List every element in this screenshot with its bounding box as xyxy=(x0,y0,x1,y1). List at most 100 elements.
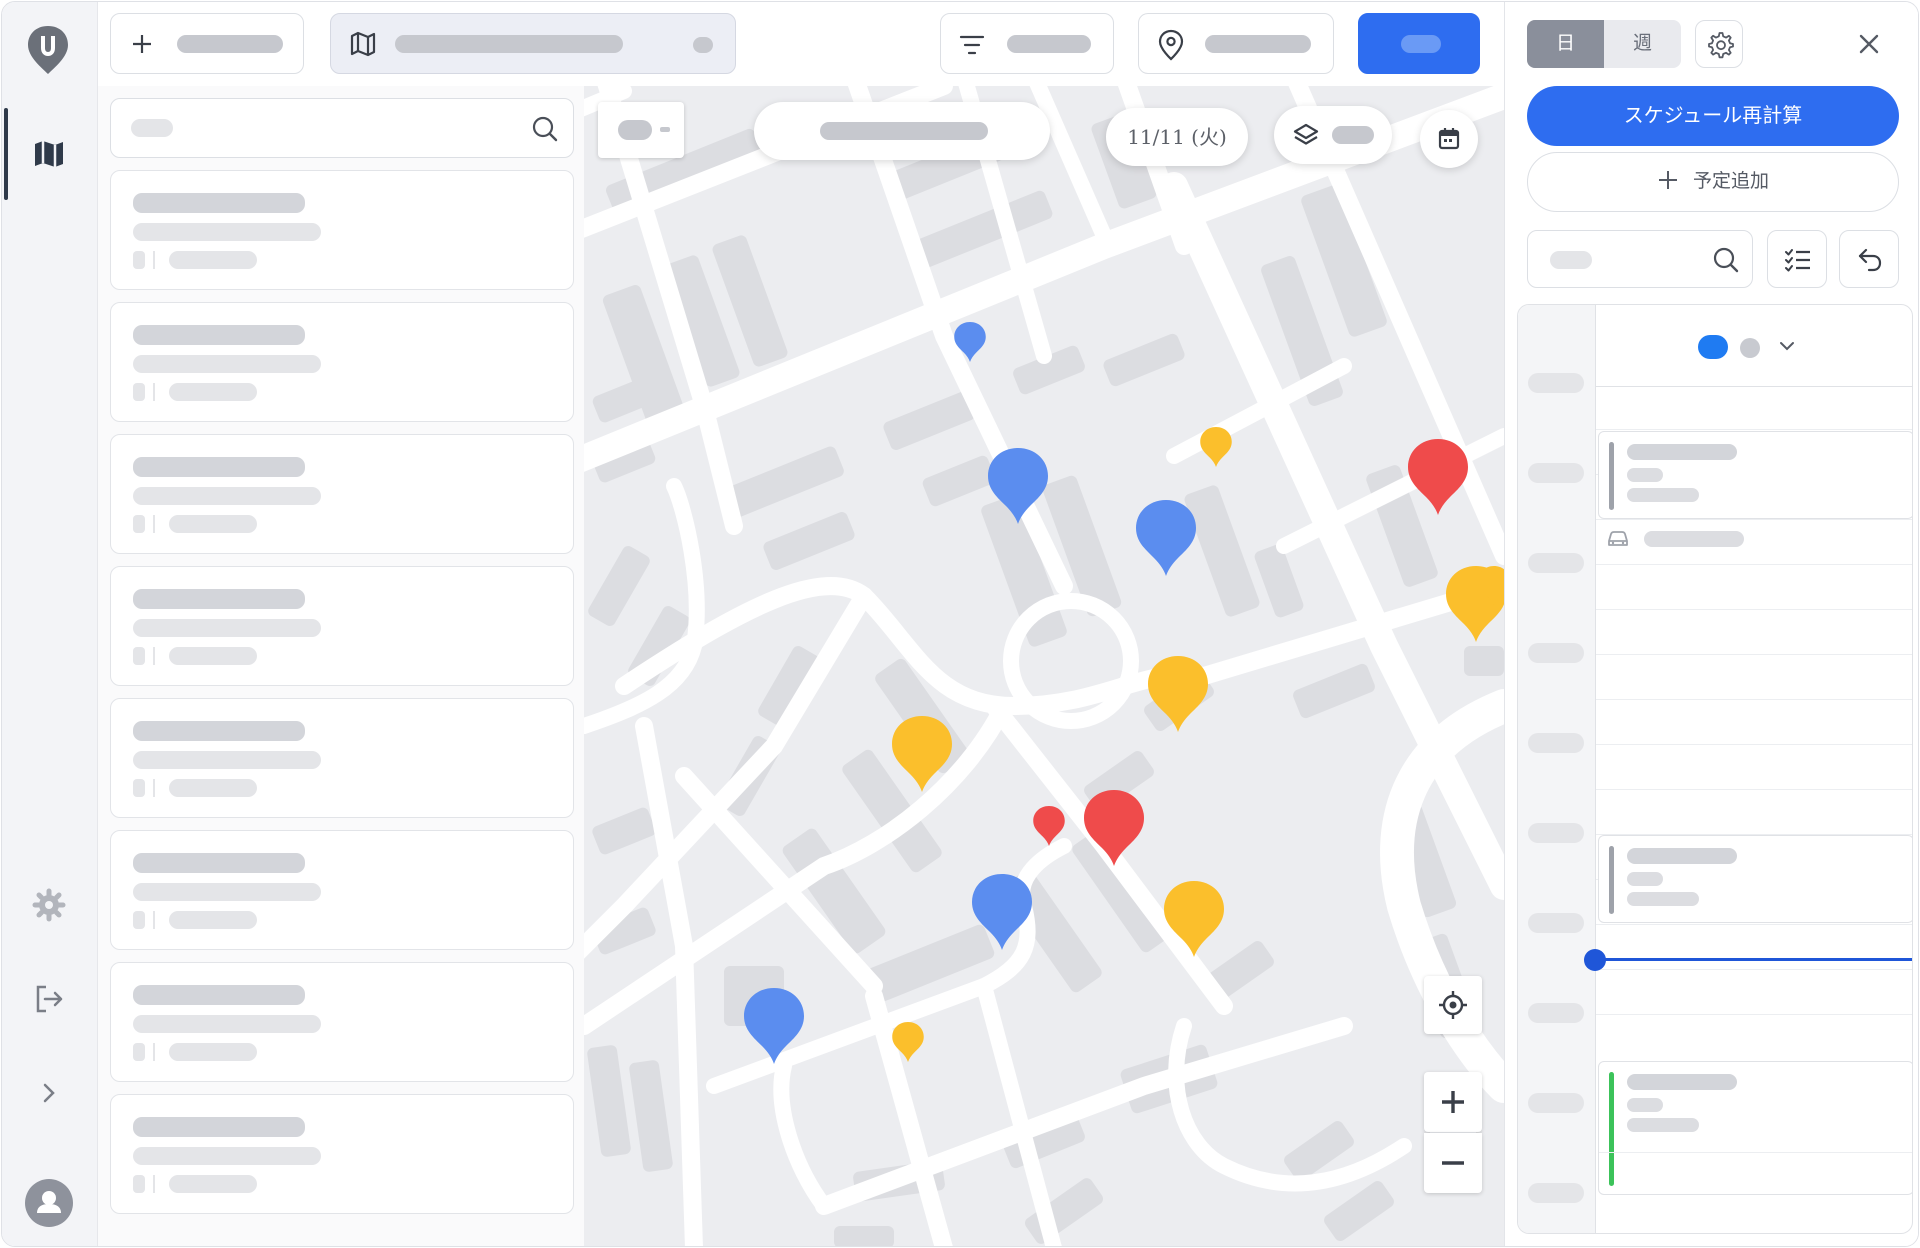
item-badge-placeholder xyxy=(133,647,145,665)
primary-action-button[interactable] xyxy=(1358,13,1480,74)
list-item[interactable] xyxy=(110,302,574,422)
my-location-button[interactable] xyxy=(1424,976,1482,1034)
list-item[interactable] xyxy=(110,830,574,950)
plus-icon xyxy=(1442,1091,1464,1113)
date-chip[interactable]: 11/11 (火) xyxy=(1106,108,1248,166)
event-detail-placeholder xyxy=(1627,892,1699,906)
placeholder-text xyxy=(1332,126,1374,144)
event-title-placeholder xyxy=(1627,848,1737,864)
grid-line xyxy=(1596,564,1912,565)
event-divider xyxy=(1599,1152,1912,1153)
member-dot[interactable] xyxy=(1740,338,1760,358)
list-item[interactable] xyxy=(110,566,574,686)
list-item[interactable] xyxy=(110,1094,574,1214)
tab-week[interactable]: 週 xyxy=(1604,20,1681,68)
map-marker-red[interactable] xyxy=(1032,805,1066,847)
map-mode-toggle[interactable] xyxy=(598,102,684,158)
time-label-placeholder xyxy=(1528,643,1584,663)
zoom-out-button[interactable] xyxy=(1424,1133,1482,1193)
schedule-event[interactable] xyxy=(1598,835,1912,923)
undo-button[interactable] xyxy=(1839,230,1899,288)
tab-day[interactable]: 日 xyxy=(1527,20,1604,68)
current-time-dot xyxy=(1584,949,1606,971)
grid-line xyxy=(1596,969,1912,970)
list-item[interactable] xyxy=(110,170,574,290)
item-separator xyxy=(153,383,155,401)
item-title-placeholder xyxy=(133,589,305,609)
map-marker-yellow[interactable] xyxy=(890,714,954,794)
item-subtitle-placeholder xyxy=(133,1147,321,1165)
recalculate-schedule-button[interactable]: スケジュール再計算 xyxy=(1527,86,1899,146)
map-canvas[interactable]: 11/11 (火) xyxy=(584,86,1504,1246)
map-marker-blue[interactable] xyxy=(953,321,987,363)
event-color-bar xyxy=(1609,442,1614,510)
schedule-event[interactable] xyxy=(1598,1061,1912,1195)
event-detail-placeholder xyxy=(1627,1098,1663,1112)
map-marker-yellow[interactable] xyxy=(1146,654,1210,734)
gear-icon[interactable] xyxy=(32,888,66,922)
calendar-button[interactable] xyxy=(1420,110,1478,168)
logout-icon[interactable] xyxy=(32,982,66,1016)
map-marker-blue[interactable] xyxy=(986,446,1050,526)
item-subtitle-placeholder xyxy=(133,1015,321,1033)
zoom-in-button[interactable] xyxy=(1424,1072,1482,1132)
schedule-panel: 日 週 スケジュール再計算 予定追加 xyxy=(1504,2,1918,1246)
add-button[interactable] xyxy=(110,13,304,74)
time-label-placeholder xyxy=(1528,823,1584,843)
schedule-search-input[interactable] xyxy=(1527,230,1753,288)
layers-icon xyxy=(1293,123,1319,145)
map-marker-blue[interactable] xyxy=(742,986,806,1066)
item-subtitle-placeholder xyxy=(133,223,321,241)
car-icon xyxy=(1608,531,1628,546)
list-item[interactable] xyxy=(110,434,574,554)
checklist-button[interactable] xyxy=(1767,230,1827,288)
time-column xyxy=(1518,305,1596,1233)
item-title-placeholder xyxy=(133,985,305,1005)
search-icon xyxy=(1713,247,1739,273)
map-view-selector[interactable] xyxy=(330,13,736,74)
add-plan-button[interactable]: 予定追加 xyxy=(1527,152,1899,212)
gear-icon xyxy=(1708,32,1734,59)
filter-button[interactable] xyxy=(940,13,1114,74)
placeholder-text xyxy=(177,35,283,53)
grid-line xyxy=(1596,744,1912,745)
item-badge-placeholder xyxy=(133,251,145,269)
map-nav-icon[interactable] xyxy=(32,137,66,171)
item-separator xyxy=(153,647,155,665)
schedule-event[interactable] xyxy=(1598,431,1912,519)
map-marker-yellow[interactable] xyxy=(1477,565,1504,607)
list-item[interactable] xyxy=(110,698,574,818)
item-subtitle-placeholder xyxy=(133,355,321,373)
location-button[interactable] xyxy=(1138,13,1334,74)
map-marker-yellow[interactable] xyxy=(1199,426,1233,468)
event-title-placeholder xyxy=(1627,444,1737,460)
date-label: 11/11 (火) xyxy=(1127,125,1227,149)
avatar[interactable] xyxy=(25,1179,73,1227)
map-marker-yellow[interactable] xyxy=(1162,879,1226,959)
map-marker-red[interactable] xyxy=(1406,437,1470,517)
app-logo[interactable] xyxy=(26,24,70,76)
layers-chip[interactable] xyxy=(1274,106,1392,164)
chevron-down-icon[interactable] xyxy=(1778,339,1796,353)
item-separator xyxy=(153,911,155,929)
map-marker-yellow[interactable] xyxy=(891,1021,925,1063)
map-marker-blue[interactable] xyxy=(970,872,1034,952)
current-time-line xyxy=(1598,958,1912,961)
close-icon[interactable] xyxy=(1857,32,1881,56)
item-meta-placeholder xyxy=(169,647,257,665)
time-label-placeholder xyxy=(1528,913,1584,933)
map-marker-red[interactable] xyxy=(1082,788,1146,868)
list-item[interactable] xyxy=(110,962,574,1082)
member-dot-active[interactable] xyxy=(1698,335,1728,359)
item-title-placeholder xyxy=(133,325,305,345)
calendar-icon xyxy=(1438,128,1460,150)
placeholder-text xyxy=(395,35,623,53)
item-subtitle-placeholder xyxy=(133,751,321,769)
item-meta-placeholder xyxy=(169,515,257,533)
list-search-input[interactable] xyxy=(110,98,574,158)
user-icon xyxy=(37,1191,61,1213)
map-address-chip[interactable] xyxy=(754,102,1050,160)
map-marker-blue[interactable] xyxy=(1134,498,1198,578)
chevron-right-icon[interactable] xyxy=(38,1080,60,1106)
settings-button[interactable] xyxy=(1695,20,1743,68)
